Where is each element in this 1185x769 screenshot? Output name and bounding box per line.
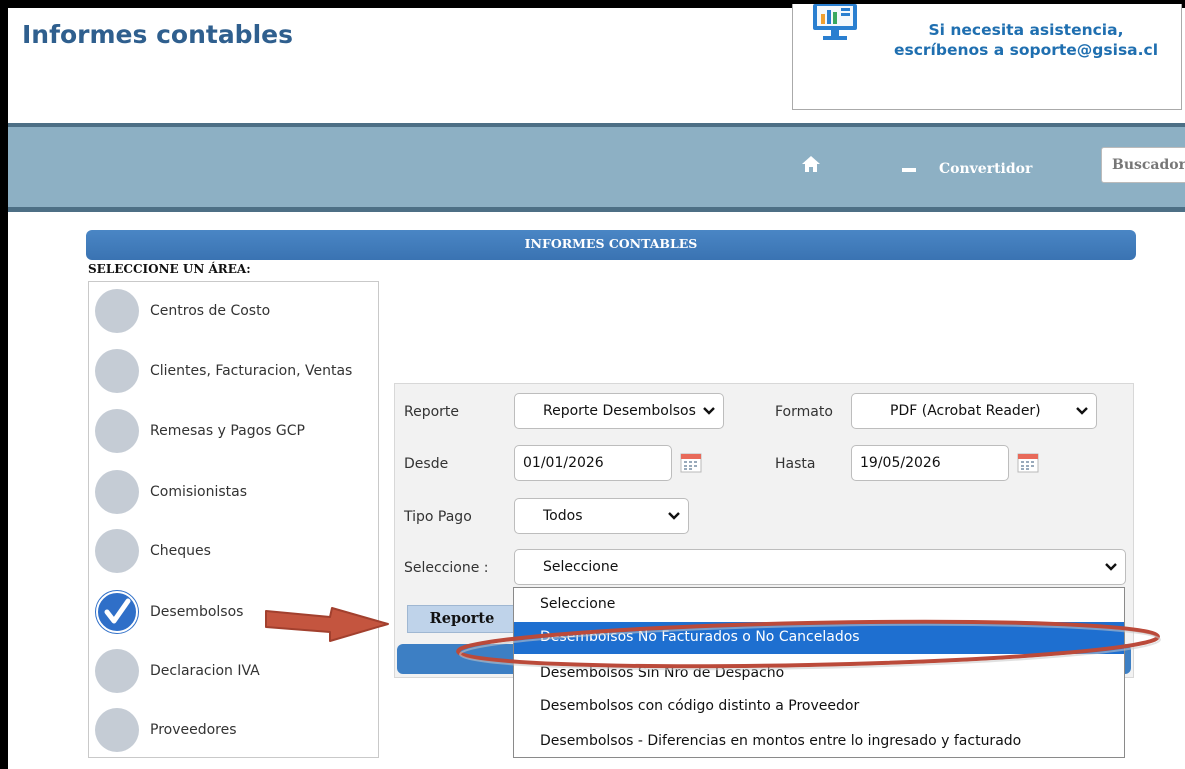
hasta-date-input[interactable]: 19/05/2026 <box>851 445 1009 481</box>
chevron-down-icon <box>1105 563 1117 571</box>
page-title: Informes contables <box>22 20 293 49</box>
dropdown-option[interactable]: Desembolsos Sin Nro de Despacho <box>514 658 1124 690</box>
seleccione-select[interactable]: Seleccione <box>514 549 1126 585</box>
tipo-pago-select[interactable]: Todos <box>514 498 689 534</box>
area-item-label: Centros de Costo <box>150 303 271 319</box>
dropdown-option[interactable]: Desembolsos - Diferencias en montos entr… <box>514 726 1124 758</box>
chevron-down-icon <box>668 512 680 520</box>
radio-circle-icon <box>95 349 139 393</box>
radio-circle-icon <box>95 529 139 573</box>
support-line-1: Si necesita asistencia, <box>928 21 1124 39</box>
dropdown-option[interactable]: Seleccione <box>514 589 1124 621</box>
support-box: Si necesita asistencia, escríbenos a sop… <box>792 4 1182 110</box>
chevron-down-icon <box>703 405 715 417</box>
calendar-icon[interactable] <box>680 453 702 473</box>
desde-label: Desde <box>404 456 449 472</box>
area-item-label: Desembolsos <box>150 604 244 620</box>
dropdown-option[interactable]: Desembolsos con código distinto a Provee… <box>514 691 1124 723</box>
area-item-centros-de-costo[interactable]: Centros de Costo <box>95 289 375 333</box>
area-item-desembolsos[interactable]: Desembolsos <box>95 590 375 634</box>
reporte-button[interactable]: Reporte <box>407 605 517 633</box>
area-item-label: Remesas y Pagos GCP <box>150 423 305 439</box>
area-item-cheques[interactable]: Cheques <box>95 529 375 573</box>
support-message: Si necesita asistencia, escríbenos a sop… <box>871 20 1181 60</box>
area-item-comisionistas[interactable]: Comisionistas <box>95 470 375 514</box>
radio-circle-icon <box>95 289 139 333</box>
area-list: Centros de Costo Clientes, Facturacion, … <box>88 281 379 758</box>
area-item-declaracion-iva[interactable]: Declaracion IVA <box>95 649 375 693</box>
radio-circle-icon <box>95 470 139 514</box>
reporte-select-value: Reporte Desembolsos <box>543 403 696 419</box>
formato-label: Formato <box>775 404 833 420</box>
seleccione-label: Seleccione : <box>404 560 489 576</box>
window-frame-left <box>0 0 8 769</box>
radio-circle-icon <box>95 649 139 693</box>
home-icon[interactable] <box>800 153 822 175</box>
seleccione-select-value: Seleccione <box>543 559 619 575</box>
area-item-label: Declaracion IVA <box>150 663 260 679</box>
formato-select[interactable]: PDF (Acrobat Reader) <box>851 393 1097 429</box>
area-item-label: Proveedores <box>150 722 237 738</box>
desde-date-input[interactable]: 01/01/2026 <box>514 445 672 481</box>
radio-circle-icon <box>95 708 139 752</box>
area-item-label: Comisionistas <box>150 484 248 500</box>
radio-circle-icon <box>95 409 139 453</box>
tipo-pago-label: Tipo Pago <box>404 509 472 525</box>
search-input[interactable] <box>1101 147 1185 183</box>
tipo-pago-select-value: Todos <box>543 508 583 524</box>
area-item-remesas[interactable]: Remesas y Pagos GCP <box>95 409 375 453</box>
area-label: SELECCIONE UN ÁREA: <box>88 262 251 276</box>
area-item-clientes[interactable]: Clientes, Facturacion, Ventas <box>95 349 375 393</box>
area-item-label: Clientes, Facturacion, Ventas <box>150 363 353 379</box>
nav-converter-link[interactable]: Convertidor <box>939 161 1032 177</box>
minus-icon <box>902 168 916 172</box>
area-item-label: Cheques <box>150 543 211 559</box>
checkmark-circle-icon <box>95 590 139 634</box>
chevron-down-icon <box>1076 407 1088 415</box>
support-line-2[interactable]: escríbenos a soporte@gsisa.cl <box>871 40 1181 60</box>
hasta-label: Hasta <box>775 456 816 472</box>
area-item-proveedores[interactable]: Proveedores <box>95 708 375 752</box>
formato-select-value: PDF (Acrobat Reader) <box>890 403 1041 419</box>
reporte-select[interactable]: Reporte Desembolsos <box>514 393 724 429</box>
monitor-chart-icon <box>813 4 857 40</box>
top-nav-bar: Convertidor <box>8 123 1185 212</box>
reporte-label: Reporte <box>404 404 460 420</box>
section-header: INFORMES CONTABLES <box>86 230 1136 260</box>
seleccione-dropdown-list: Seleccione Desembolsos No Facturados o N… <box>513 587 1125 758</box>
calendar-icon[interactable] <box>1017 453 1039 473</box>
dropdown-option-highlighted[interactable]: Desembolsos No Facturados o No Cancelado… <box>514 622 1124 654</box>
